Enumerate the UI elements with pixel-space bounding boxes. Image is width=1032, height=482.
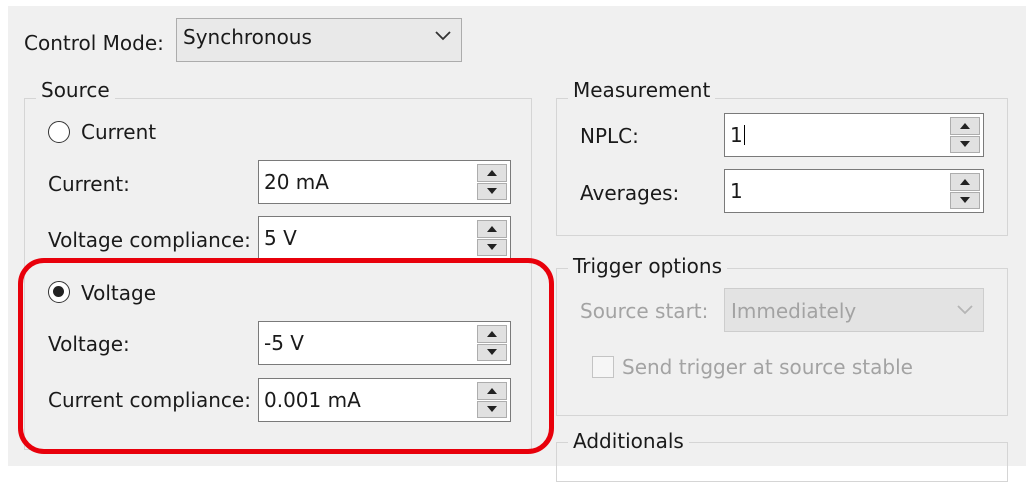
- current-compliance-spinbox[interactable]: 0.001 mA: [258, 378, 511, 422]
- control-mode-value: Synchronous: [183, 25, 312, 49]
- arrow-up-icon: [487, 387, 497, 394]
- voltage-compliance-spinbox[interactable]: 5 V: [258, 216, 511, 260]
- trigger-options-legend: Trigger options: [568, 256, 727, 276]
- radio-selected-dot: [53, 286, 64, 297]
- arrow-down-icon: [487, 188, 497, 195]
- chevron-down-icon: [957, 305, 973, 315]
- chevron-down-icon: [435, 31, 451, 41]
- arrow-up-icon: [960, 122, 970, 129]
- averages-label: Averages:: [580, 181, 680, 205]
- voltage-radio-label: Voltage: [81, 281, 157, 305]
- averages-decrement-button[interactable]: [950, 191, 980, 209]
- current-label: Current:: [48, 172, 130, 196]
- send-trigger-checkbox[interactable]: [592, 356, 614, 378]
- voltage-label: Voltage:: [48, 332, 130, 356]
- voltage-compliance-increment-button[interactable]: [477, 220, 507, 238]
- arrow-down-icon: [487, 349, 497, 356]
- voltage-compliance-decrement-button[interactable]: [477, 238, 507, 256]
- arrow-down-icon: [487, 406, 497, 413]
- arrow-up-icon: [960, 178, 970, 185]
- nplc-decrement-button[interactable]: [950, 135, 980, 153]
- voltage-radio[interactable]: [48, 281, 70, 303]
- nplc-label: NPLC:: [580, 124, 639, 148]
- voltage-compliance-value: 5 V: [264, 226, 297, 250]
- current-radio-label: Current: [81, 120, 157, 144]
- averages-value: 1: [730, 179, 743, 203]
- arrow-up-icon: [487, 169, 497, 176]
- source-start-value: Immediately: [731, 299, 857, 323]
- source-start-dropdown[interactable]: Immediately: [724, 288, 984, 332]
- current-decrement-button[interactable]: [477, 182, 507, 200]
- current-value: 20 mA: [264, 170, 329, 194]
- current-compliance-increment-button[interactable]: [477, 382, 507, 400]
- voltage-spinbox[interactable]: -5 V: [258, 321, 511, 365]
- current-spinbox[interactable]: 20 mA: [258, 160, 511, 204]
- arrow-down-icon: [487, 244, 497, 251]
- arrow-up-icon: [487, 330, 497, 337]
- additionals-legend: Additionals: [568, 431, 689, 451]
- current-radio[interactable]: [48, 121, 70, 143]
- current-increment-button[interactable]: [477, 164, 507, 182]
- arrow-up-icon: [487, 225, 497, 232]
- source-legend: Source: [36, 80, 115, 100]
- source-start-label: Source start:: [580, 299, 709, 323]
- current-compliance-value: 0.001 mA: [264, 388, 361, 412]
- arrow-down-icon: [960, 141, 970, 148]
- voltage-value: -5 V: [264, 331, 304, 355]
- nplc-increment-button[interactable]: [950, 117, 980, 135]
- averages-increment-button[interactable]: [950, 173, 980, 191]
- nplc-value: 1: [730, 123, 745, 147]
- voltage-increment-button[interactable]: [477, 325, 507, 343]
- control-mode-dropdown[interactable]: Synchronous: [176, 18, 462, 62]
- voltage-compliance-label: Voltage compliance:: [48, 228, 251, 252]
- voltage-decrement-button[interactable]: [477, 343, 507, 361]
- measurement-legend: Measurement: [568, 80, 716, 100]
- averages-spinbox[interactable]: 1: [724, 169, 984, 213]
- current-compliance-decrement-button[interactable]: [477, 400, 507, 418]
- arrow-down-icon: [960, 197, 970, 204]
- current-compliance-label: Current compliance:: [48, 388, 251, 412]
- nplc-spinbox[interactable]: 1: [724, 113, 984, 157]
- control-mode-label: Control Mode:: [24, 31, 164, 55]
- send-trigger-label: Send trigger at source stable: [622, 355, 913, 379]
